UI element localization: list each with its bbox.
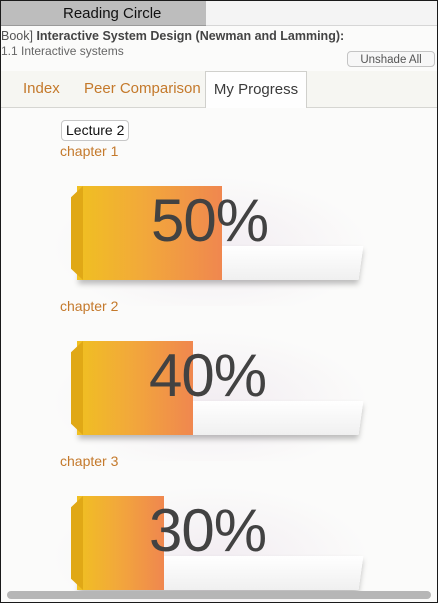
app-title-tab[interactable]: Reading Circle: [1, 1, 206, 26]
progress-percent: 30%: [149, 497, 267, 564]
progress-bar: 40%: [51, 331, 371, 461]
lecture-badge: Lecture 2: [61, 120, 130, 141]
chapter-label: chapter 1: [60, 143, 119, 159]
book-title: Interactive System Design (Newman and La…: [36, 29, 340, 43]
progress-bar: 50%: [51, 176, 371, 306]
book-suffix: :: [340, 29, 345, 43]
progress-bar-fill-edge: [71, 496, 83, 590]
book-header: Book] Interactive System Design (Newman …: [1, 29, 344, 43]
progress-bar: 30%: [51, 486, 371, 602]
book-prefix: Book]: [1, 29, 37, 43]
progress-bar-fill-edge: [71, 341, 83, 435]
tab-index[interactable]: Index: [23, 71, 60, 107]
tab-bar: Index Peer Comparison My Progress: [1, 71, 437, 108]
app-title: Reading Circle: [63, 5, 162, 22]
progress-bar-fill-edge: [71, 186, 83, 280]
title-bar: [206, 1, 437, 26]
progress-percent: 40%: [149, 342, 267, 409]
chapter-label: chapter 3: [60, 453, 119, 469]
progress-percent: 50%: [151, 187, 269, 254]
unshade-all-button[interactable]: Unshade All: [347, 51, 435, 67]
chapter-label: chapter 2: [60, 298, 119, 314]
tab-peer-comparison[interactable]: Peer Comparison: [84, 71, 201, 107]
app-window: Reading Circle Book] Interactive System …: [0, 0, 438, 603]
horizontal-scrollbar[interactable]: [7, 591, 431, 599]
section-title: 1.1 Interactive systems: [1, 44, 124, 58]
tab-my-progress[interactable]: My Progress: [205, 71, 307, 108]
